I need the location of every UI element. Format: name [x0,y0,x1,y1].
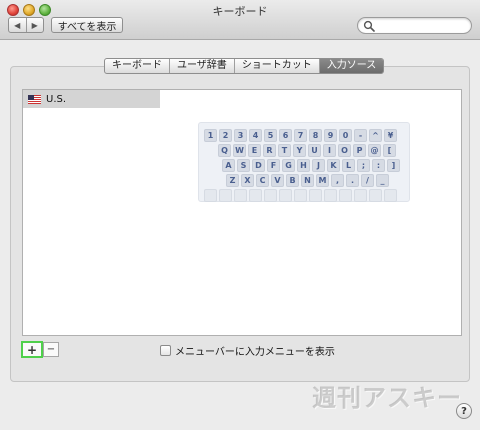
keyboard-key [279,189,292,202]
keyboard-key: [ [383,144,396,157]
keyboard-key [219,189,232,202]
keyboard-key: U [308,144,321,157]
keyboard-key: H [297,159,310,172]
keyboard-key [309,189,322,202]
keyboard-key: ; [357,159,370,172]
keyboard-key [369,189,382,202]
keyboard-key: O [338,144,351,157]
keyboard-key: _ [376,174,389,187]
keyboard-key: C [256,174,269,187]
add-input-source-button[interactable]: + [21,341,43,358]
keyboard-key: ] [387,159,400,172]
keyboard-key: Q [218,144,231,157]
keyboard-key [294,189,307,202]
keyboard-key: 8 [309,129,322,142]
keyboard-key: D [252,159,265,172]
keyboard-key: 2 [219,129,232,142]
search-icon [363,20,375,32]
tab-user-dictionary[interactable]: ユーザ辞書 [170,59,235,73]
keyboard-key: R [263,144,276,157]
keyboard-key: F [267,159,280,172]
keyboard-key: - [354,129,367,142]
keyboard-key: E [248,144,261,157]
keyboard-key: P [353,144,366,157]
window-titlebar: キーボード ◀ ▶ すべてを表示 [0,0,480,40]
keyboard-key: J [312,159,325,172]
keyboard-key [324,189,337,202]
keyboard-row: Z X C V B N M,. / _ [204,174,404,187]
show-all-button[interactable]: すべてを表示 [51,17,123,33]
keyboard-key [384,189,397,202]
keyboard-key [264,189,277,202]
input-source-list: U.S. [22,89,161,336]
keyboard-key: 0 [339,129,352,142]
show-input-menu-label: メニューバーに入力メニューを表示 [175,347,335,358]
us-flag-icon [28,94,41,104]
keyboard-key: / [361,174,374,187]
keyboard-key: 4 [249,129,262,142]
keyboard-layout-preview: 1 2 3 4 5 6 7 8 9 0- ^ ¥ Q W E R T Y U I O P @[ A S D F G H J K L;:] Z X C… [198,122,410,202]
keyboard-key: I [323,144,336,157]
search-input[interactable] [357,17,472,34]
keyboard-key: 5 [264,129,277,142]
forward-icon[interactable]: ▶ [27,18,44,32]
show-input-menu-checkbox[interactable] [160,345,171,356]
tab-bar: キーボード ユーザ辞書 ショートカット 入力ソース [104,58,385,74]
remove-input-source-button[interactable]: − [43,342,59,357]
keyboard-key: S [237,159,250,172]
tab-input-sources[interactable]: 入力ソース [319,59,384,73]
keyboard-key: M [316,174,329,187]
keyboard-key [354,189,367,202]
keyboard-key: L [342,159,355,172]
keyboard-key: ^ [369,129,382,142]
keyboard-key: 9 [324,129,337,142]
tab-keyboard[interactable]: キーボード [105,59,170,73]
keyboard-key: , [331,174,344,187]
keyboard-row: Q W E R T Y U I O P @[ [204,144,404,157]
keyboard-key: B [286,174,299,187]
keyboard-key: 7 [294,129,307,142]
watermark-logo: 週刊アスキー [312,384,462,412]
keyboard-key: N [301,174,314,187]
keyboard-key [204,189,217,202]
keyboard-key: 3 [234,129,247,142]
list-item-label: U.S. [46,93,67,105]
back-icon[interactable]: ◀ [9,18,27,32]
keyboard-key: ¥ [384,129,397,142]
show-input-menu-option[interactable]: メニューバーに入力メニューを表示 [160,343,335,358]
keyboard-key: 1 [204,129,217,142]
keyboard-key: T [278,144,291,157]
back-forward-control: ◀ ▶ [8,17,44,33]
keyboard-key: Z [226,174,239,187]
keyboard-key [339,189,352,202]
keyboard-key: W [233,144,246,157]
keyboard-key: 6 [279,129,292,142]
keyboard-row: A S D F G H J K L;:] [204,159,404,172]
keyboard-key: G [282,159,295,172]
keyboard-key: : [372,159,385,172]
keyboard-row [204,189,404,202]
keyboard-key: A [222,159,235,172]
keyboard-row: 1 2 3 4 5 6 7 8 9 0- ^ ¥ [204,129,404,142]
keyboard-key: X [241,174,254,187]
keyboard-key: . [346,174,359,187]
tab-shortcuts[interactable]: ショートカット [235,59,320,73]
keyboard-key: K [327,159,340,172]
keyboard-key: V [271,174,284,187]
keyboard-key: @ [368,144,381,157]
keyboard-key: Y [293,144,306,157]
keyboard-key [234,189,247,202]
keyboard-key [249,189,262,202]
help-button[interactable]: ? [456,403,472,419]
list-item[interactable]: U.S. [23,90,160,108]
